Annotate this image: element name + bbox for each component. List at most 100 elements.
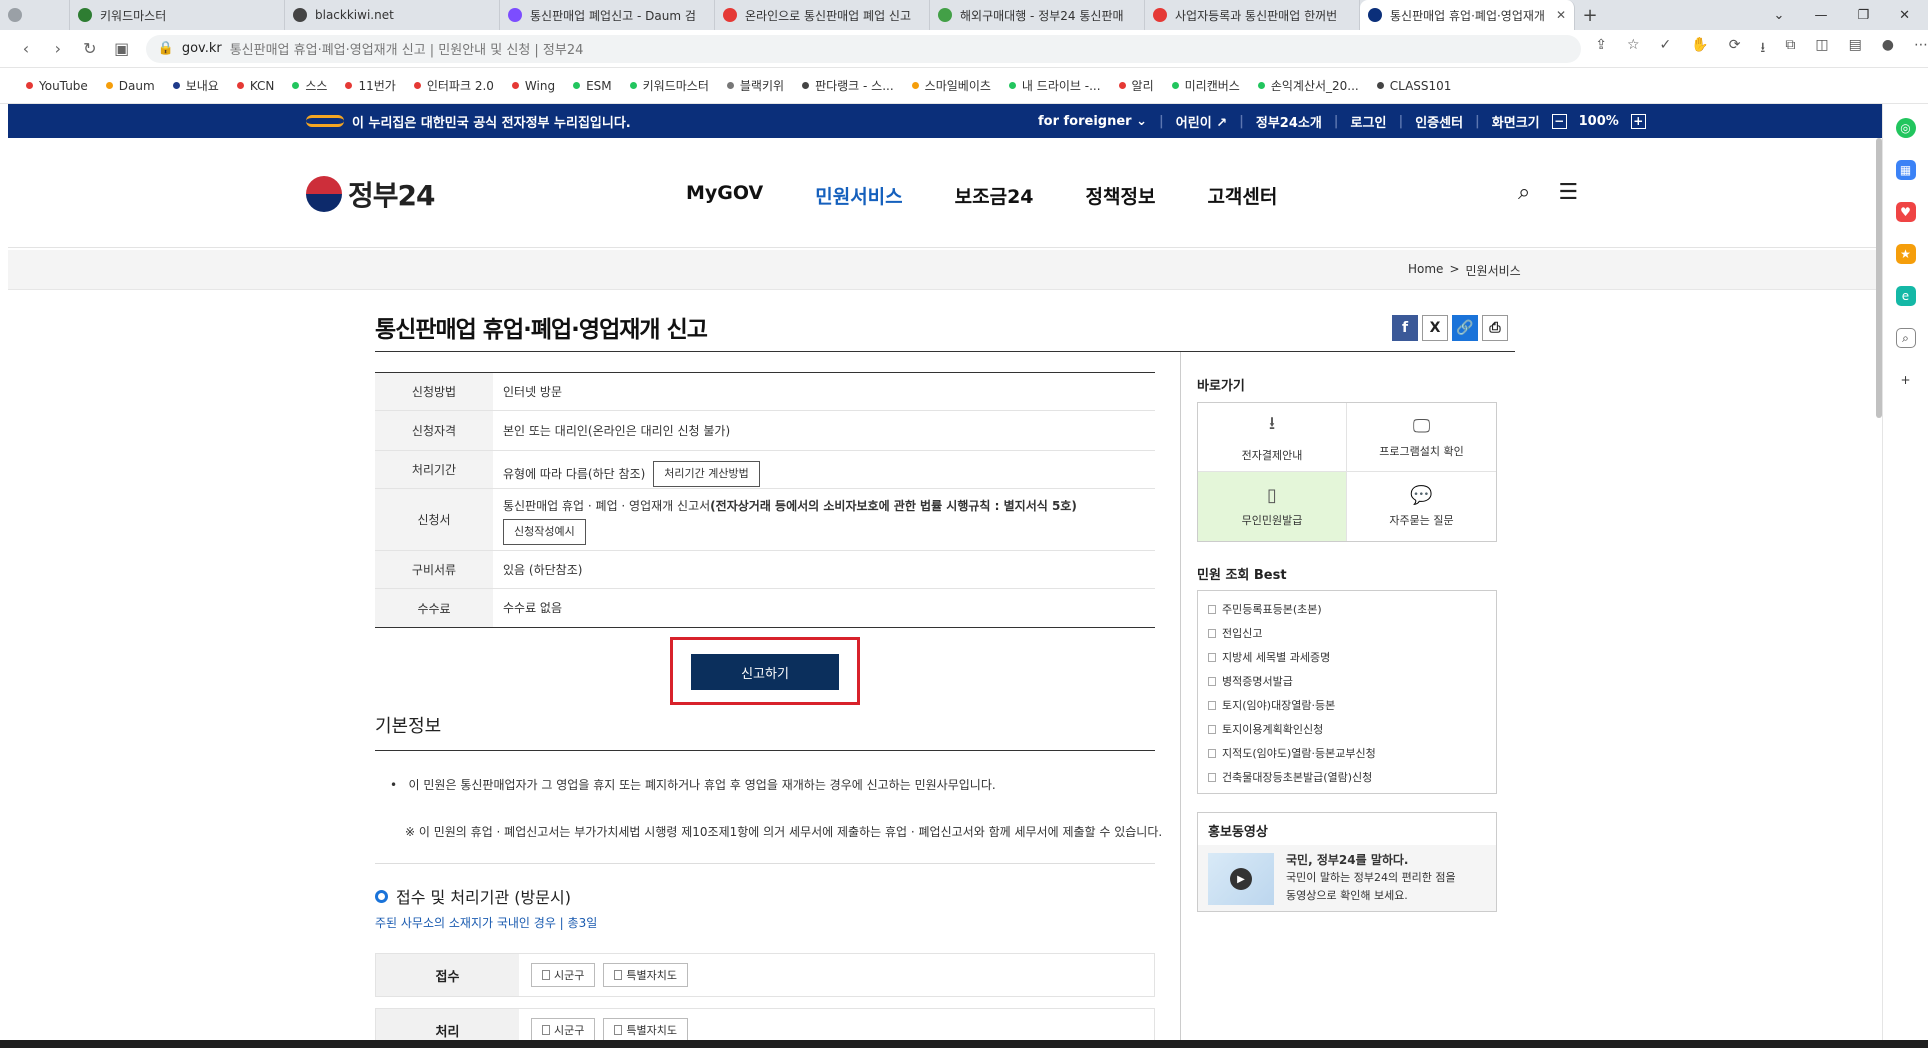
close-icon[interactable]: ✕: [1556, 8, 1566, 22]
avatar[interactable]: ●: [1882, 37, 1894, 61]
bookmark-item[interactable]: Wing: [511, 79, 555, 93]
login-link[interactable]: 로그인: [1351, 112, 1387, 131]
best-list-item[interactable]: 전입신고: [1208, 621, 1486, 645]
breadcrumb-current[interactable]: 민원서비스: [1466, 262, 1521, 279]
bookmark-item[interactable]: CLASS101: [1376, 79, 1451, 93]
nav-subsidy[interactable]: 보조금24: [955, 182, 1034, 209]
browser-tab[interactable]: 사업자등록과 통신판매업 한꺼번: [1145, 0, 1360, 30]
browser-tab-active[interactable]: 통신판매업 휴업·폐업·영업재개 ✕: [1360, 0, 1575, 30]
add-icon[interactable]: +: [1895, 370, 1916, 390]
more-icon[interactable]: ⋯: [1914, 37, 1928, 61]
chevron-down-icon[interactable]: ⌄: [1774, 8, 1785, 23]
extension-icon[interactable]: ▣: [106, 39, 138, 58]
star-icon[interactable]: ★: [1895, 244, 1916, 264]
bookmark-item[interactable]: YouTube: [26, 79, 88, 93]
agency-button[interactable]: 특별자치도: [603, 1018, 688, 1042]
forward-icon[interactable]: ›: [42, 39, 74, 58]
promo-video[interactable]: ▶ 국민, 정부24를 말하다. 국민이 말하는 정부24의 편리한 점을 동영…: [1198, 845, 1496, 911]
best-list-item[interactable]: 지적도(임야도)열람·등본교부신청: [1208, 741, 1486, 765]
check-icon[interactable]: ✓: [1660, 37, 1672, 61]
link-copy-icon[interactable]: 🔗: [1452, 315, 1478, 341]
bookmark-item[interactable]: 키워드마스터: [629, 77, 709, 94]
close-window-icon[interactable]: ✕: [1899, 8, 1910, 23]
best-list-item[interactable]: 주민등록표등본(초본): [1208, 597, 1486, 621]
best-list-item[interactable]: 병적증명서발급: [1208, 669, 1486, 693]
bookmark-item[interactable]: 판다랭크 - 스...: [802, 77, 894, 94]
foreigner-link[interactable]: for foreigner ⌄: [1038, 114, 1147, 129]
agency-button[interactable]: 시군구: [531, 1018, 596, 1042]
bookmark-item[interactable]: 손익계산서_20...: [1257, 77, 1359, 94]
kids-link[interactable]: 어린이 ↗: [1176, 112, 1227, 131]
bookmark-item[interactable]: 알리: [1118, 77, 1154, 94]
edge-icon[interactable]: e: [1895, 286, 1916, 306]
bookmark-item[interactable]: 내 드라이브 -...: [1008, 77, 1101, 94]
minimize-icon[interactable]: —: [1814, 8, 1827, 23]
search-icon[interactable]: ⌕: [1518, 180, 1530, 205]
bookmark-item[interactable]: Daum: [105, 79, 155, 93]
breadcrumb-home[interactable]: Home: [1408, 262, 1443, 279]
download-icon[interactable]: ⭳: [1760, 37, 1765, 61]
copilot-icon[interactable]: ◎: [1895, 118, 1916, 138]
bookmark-item[interactable]: 보내요: [172, 77, 219, 94]
pocket-icon[interactable]: ♥: [1895, 202, 1916, 222]
nav-policy[interactable]: 정책정보: [1086, 182, 1156, 209]
print-icon[interactable]: ⎙: [1482, 315, 1508, 341]
about-link[interactable]: 정부24소개: [1256, 112, 1322, 131]
favorite-icon[interactable]: ☆: [1627, 37, 1640, 61]
reload-icon[interactable]: ↻: [74, 39, 106, 58]
shortcut-program-check[interactable]: 🖵 프로그램설치 확인: [1347, 403, 1496, 472]
agency-button[interactable]: 시군구: [531, 963, 596, 987]
menu-icon[interactable]: ☰: [1558, 180, 1578, 205]
best-list-item[interactable]: 지방세 세목별 과세증명: [1208, 645, 1486, 669]
x-twitter-icon[interactable]: X: [1422, 315, 1448, 341]
bookmark-item[interactable]: 스마일베이츠: [911, 77, 991, 94]
bookmark-item[interactable]: KCN: [236, 79, 274, 93]
bookmark-item[interactable]: 11번가: [345, 77, 396, 94]
page-title: 통신판매업 휴업·폐업·영업재개 신고: [375, 317, 708, 343]
url-input[interactable]: 🔒 gov.kr 통신판매업 휴업·폐업·영업재개 신고 | 민원안내 및 신청…: [145, 34, 1582, 63]
back-icon[interactable]: ‹: [10, 39, 42, 58]
share-icon[interactable]: ⇪: [1595, 37, 1607, 61]
shortcut-payment[interactable]: ⭳ 전자결제안내: [1198, 403, 1347, 472]
new-tab-button[interactable]: +: [1575, 5, 1605, 26]
video-thumbnail[interactable]: ▶: [1208, 853, 1274, 905]
tab-favicon-icon: [723, 8, 737, 22]
briefcase-icon[interactable]: ▦: [1895, 160, 1916, 180]
agency-button[interactable]: 특별자치도: [603, 963, 688, 987]
split-icon[interactable]: ◫: [1815, 37, 1828, 61]
nav-civil-service[interactable]: 민원서비스: [815, 182, 902, 209]
collections-icon[interactable]: ▤: [1849, 37, 1862, 61]
screenshot-icon[interactable]: ⧉: [1785, 37, 1795, 61]
browser-tab[interactable]: 해외구매대행 - 정부24 통신판매: [930, 0, 1145, 30]
bookmark-item[interactable]: 스스: [292, 77, 327, 94]
zoom-in-button[interactable]: +: [1630, 113, 1646, 129]
restore-icon[interactable]: ❐: [1857, 8, 1869, 23]
zoom-out-button[interactable]: −: [1551, 113, 1567, 129]
bookmark-item[interactable]: 인터파크 2.0: [413, 77, 494, 94]
site-logo[interactable]: 정부24: [306, 174, 435, 214]
bookmark-item[interactable]: 블랙키위: [726, 77, 784, 94]
shortcut-kiosk[interactable]: ▯ 무인민원발급: [1198, 472, 1347, 541]
nav-customer-center[interactable]: 고객센터: [1207, 182, 1277, 209]
browser-tab[interactable]: 온라인으로 통신판매업 폐업 신고: [715, 0, 930, 30]
apply-button[interactable]: 신고하기: [691, 654, 839, 690]
best-list-item[interactable]: 건축물대장등초본발급(열람)신청: [1208, 765, 1486, 789]
facebook-icon[interactable]: f: [1392, 315, 1418, 341]
sync-icon[interactable]: ⟳: [1729, 37, 1741, 61]
bookmark-item[interactable]: 미리캔버스: [1171, 77, 1240, 94]
application-example-button[interactable]: 신청작성예시: [503, 519, 586, 545]
play-icon[interactable]: ▶: [1230, 868, 1252, 890]
best-list-item[interactable]: 토지이용계획확인신청: [1208, 717, 1486, 741]
browser-tab[interactable]: 키워드마스터: [70, 0, 285, 30]
puzzle-icon[interactable]: ✋: [1691, 37, 1708, 61]
cert-center-link[interactable]: 인증센터: [1415, 112, 1463, 131]
browser-tab[interactable]: [0, 0, 70, 30]
shortcut-faq[interactable]: 💬 자주묻는 질문: [1347, 472, 1496, 541]
best-list-item[interactable]: 토지(임야)대장열람·등본: [1208, 693, 1486, 717]
processing-period-button[interactable]: 처리기간 계산방법: [653, 461, 760, 487]
browser-tab[interactable]: blackkiwi.net: [285, 0, 500, 30]
bookmark-item[interactable]: ESM: [573, 79, 612, 93]
browser-tab[interactable]: 통신판매업 폐업신고 - Daum 검: [500, 0, 715, 30]
search-chat-icon[interactable]: ⌕: [1895, 328, 1916, 348]
nav-mygov[interactable]: MyGOV: [686, 182, 763, 209]
